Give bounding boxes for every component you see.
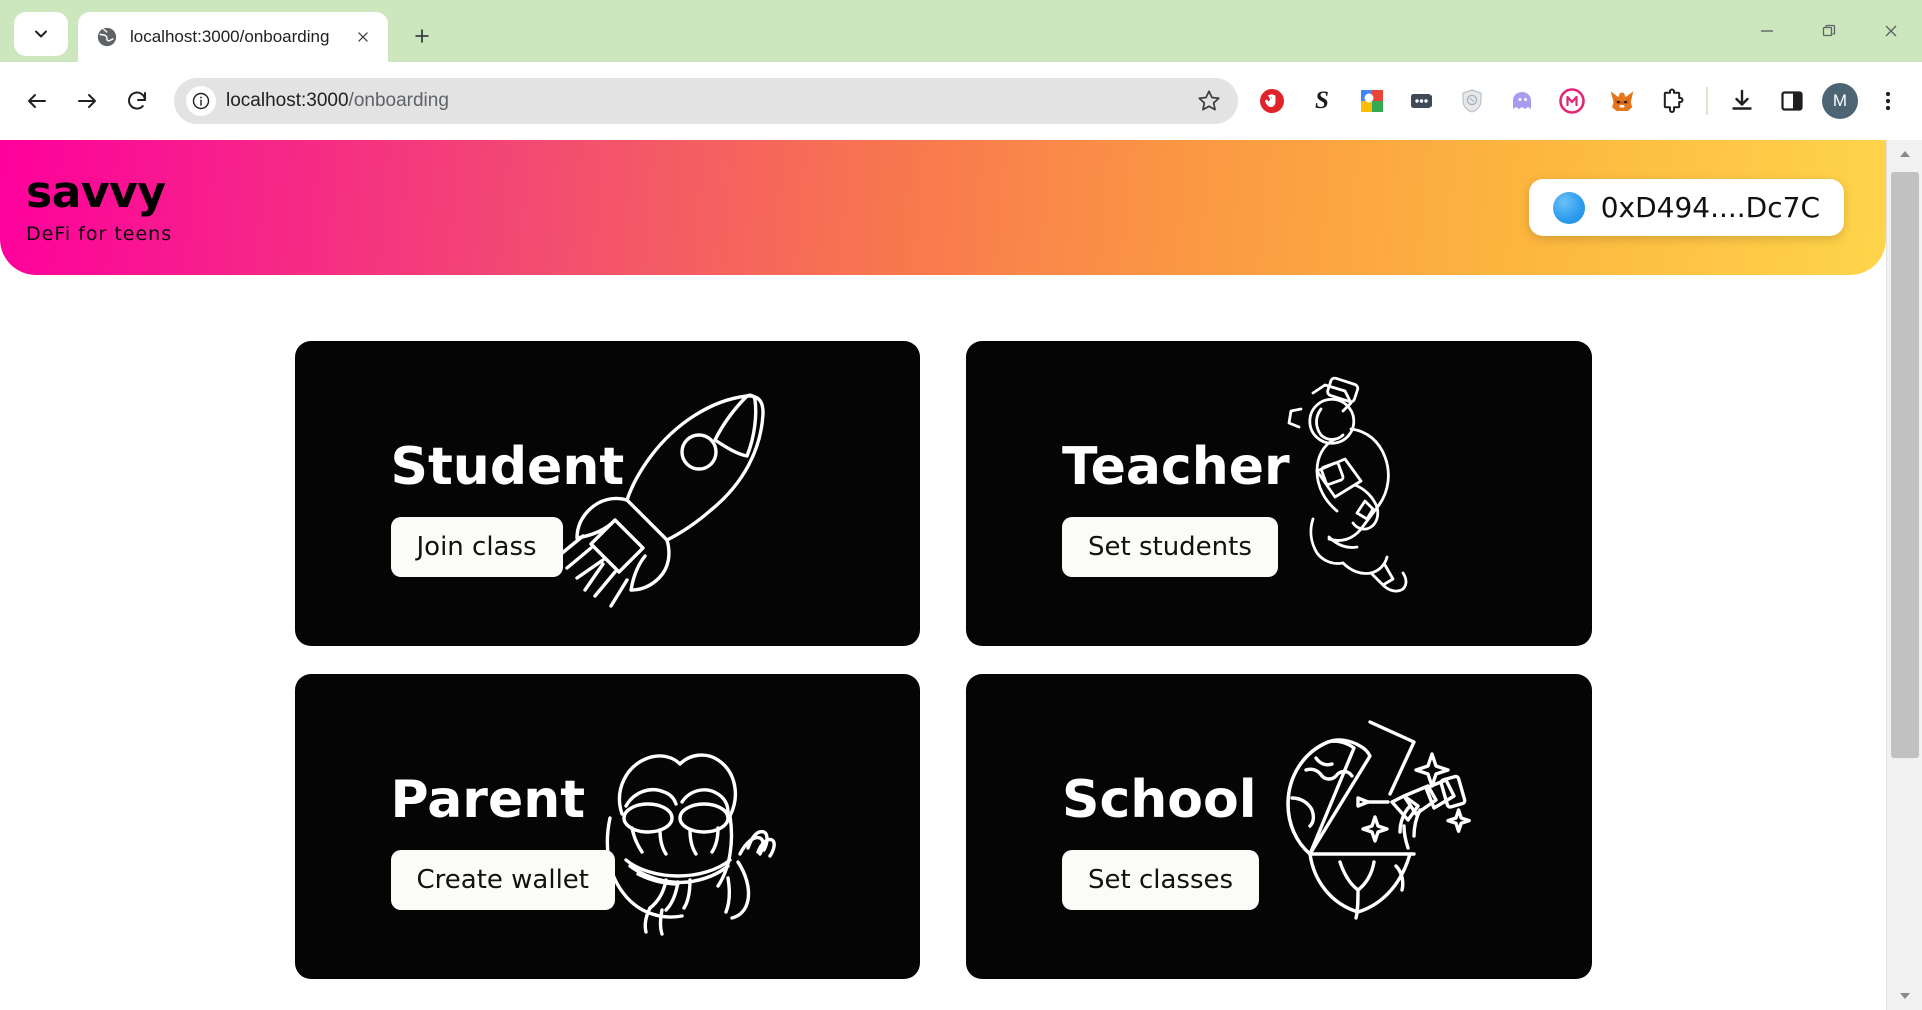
globe-telescope-art-svg xyxy=(1286,720,1471,920)
card-body: Student Join class xyxy=(390,437,625,577)
page-scrollbar[interactable] xyxy=(1886,140,1922,1010)
card-title: Teacher xyxy=(1062,437,1290,497)
card-body: School Set classes xyxy=(1062,770,1260,910)
back-arrow-icon xyxy=(28,94,46,108)
tab-title: localhost:3000/onboarding xyxy=(130,27,330,46)
extension-icons: S M xyxy=(1252,81,1908,121)
close-icon xyxy=(358,32,368,42)
info-circle-icon xyxy=(192,92,210,110)
scrollbar-track[interactable] xyxy=(1887,168,1922,982)
app-header: savvy DeFi for teens 0xD494....Dc7C xyxy=(0,140,1886,275)
card-title: School xyxy=(1062,770,1257,830)
wallet-address-text: 0xD494....Dc7C xyxy=(1600,191,1820,224)
address-bar[interactable]: localhost:3000/onboarding xyxy=(174,78,1238,124)
side-panel-icon xyxy=(1781,91,1803,111)
metamask-fox-icon[interactable] xyxy=(1602,81,1642,121)
google-translate-icon[interactable] xyxy=(1352,81,1392,121)
shield-icon xyxy=(1462,89,1482,113)
page-viewport: savvy DeFi for teens 0xD494....Dc7C Stud… xyxy=(0,140,1922,1010)
reload-button[interactable] xyxy=(114,78,160,124)
app-logo: savvy xyxy=(26,166,166,218)
scroll-up-button[interactable] xyxy=(1887,140,1922,168)
puzzle-extensions-icon[interactable] xyxy=(1652,81,1692,121)
profile-avatar[interactable]: M xyxy=(1822,83,1858,119)
letter-s-glyph: S xyxy=(1315,87,1329,114)
puzzle-piece-icon xyxy=(1663,88,1684,113)
url-text: localhost:3000/onboarding xyxy=(226,90,1186,112)
tab-strip: localhost:3000/onboarding xyxy=(0,0,1922,62)
window-controls xyxy=(1736,0,1922,62)
onboarding-page: savvy DeFi for teens 0xD494....Dc7C Stud… xyxy=(0,140,1886,1010)
ghost-extension-icon[interactable] xyxy=(1502,81,1542,121)
dots-field-icon xyxy=(1411,94,1432,108)
fox-head-icon xyxy=(1610,91,1634,111)
magic-eden-icon[interactable] xyxy=(1552,81,1592,121)
shield-privacy-icon[interactable] xyxy=(1452,81,1492,121)
globe-icon xyxy=(97,27,117,47)
forward-button[interactable] xyxy=(64,78,110,124)
brand: savvy DeFi for teens xyxy=(26,166,173,245)
three-dot-menu-icon xyxy=(1885,91,1891,111)
tab-search-button[interactable] xyxy=(14,12,68,56)
scroll-up-arrow-icon xyxy=(1899,151,1910,157)
close-window-button[interactable] xyxy=(1860,0,1922,62)
ghost-icon xyxy=(1513,92,1531,109)
browser-window: localhost:3000/onboarding localhost:3000… xyxy=(0,0,1922,1010)
card-title: Student xyxy=(390,437,625,497)
set-students-button[interactable]: Set students xyxy=(1062,517,1278,577)
maximize-button[interactable] xyxy=(1798,0,1860,62)
globe-telescope-illustration xyxy=(966,674,1592,979)
reload-icon xyxy=(128,91,146,110)
role-card-grid: Student Join class Teacher Set students … xyxy=(294,341,1592,979)
back-button[interactable] xyxy=(14,78,60,124)
role-card-parent[interactable]: Parent Create wallet xyxy=(294,674,920,979)
downloads-button[interactable] xyxy=(1722,81,1762,121)
card-title: Parent xyxy=(390,770,586,830)
google-colors-icon xyxy=(1361,90,1383,112)
close-icon xyxy=(1885,25,1897,37)
scroll-down-button[interactable] xyxy=(1887,982,1922,1010)
site-info-icon[interactable] xyxy=(186,86,216,116)
role-card-school[interactable]: School Set classes xyxy=(966,674,1592,979)
url-path: /onboarding xyxy=(348,90,449,111)
role-card-teacher[interactable]: Teacher Set students xyxy=(966,341,1592,646)
adblock-icon[interactable] xyxy=(1252,81,1292,121)
minimize-button[interactable] xyxy=(1736,0,1798,62)
side-panel-button[interactable] xyxy=(1772,81,1812,121)
browser-menu-button[interactable] xyxy=(1868,81,1908,121)
scroll-down-arrow-icon xyxy=(1899,993,1910,999)
tab-close-button[interactable] xyxy=(350,24,376,50)
browser-toolbar: localhost:3000/onboarding S M xyxy=(0,62,1922,140)
card-body: Parent Create wallet xyxy=(390,770,615,910)
download-icon xyxy=(1732,89,1752,110)
restore-icon xyxy=(1822,24,1836,37)
plus-icon xyxy=(415,29,429,43)
star-icon[interactable] xyxy=(1196,88,1222,114)
circle-m-icon xyxy=(1559,88,1585,114)
minimize-icon xyxy=(1761,30,1773,32)
wallet-avatar-circle xyxy=(1552,191,1585,224)
role-card-student[interactable]: Student Join class xyxy=(294,341,920,646)
forward-arrow-icon xyxy=(78,94,96,108)
chevron-down-icon xyxy=(35,30,47,38)
set-classes-button[interactable]: Set classes xyxy=(1062,850,1260,910)
browser-tab[interactable]: localhost:3000/onboarding xyxy=(78,12,388,62)
adblock-stop-hand-icon xyxy=(1260,89,1284,113)
create-wallet-button[interactable]: Create wallet xyxy=(390,850,615,910)
toolbar-divider xyxy=(1706,87,1708,115)
join-class-button[interactable]: Join class xyxy=(390,517,563,577)
stripe-s-icon[interactable]: S xyxy=(1302,81,1342,121)
password-manager-icon[interactable] xyxy=(1402,81,1442,121)
scrollbar-thumb[interactable] xyxy=(1891,172,1919,759)
app-tagline: DeFi for teens xyxy=(26,222,173,245)
wallet-address-button[interactable]: 0xD494....Dc7C xyxy=(1528,179,1844,236)
new-tab-button[interactable] xyxy=(402,16,442,56)
card-body: Teacher Set students xyxy=(1062,441,1290,577)
url-host: localhost:3000 xyxy=(226,90,349,111)
